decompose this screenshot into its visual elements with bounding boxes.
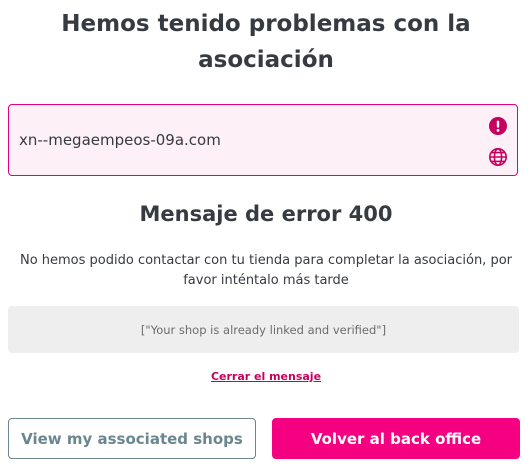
error-message-text: ["Your shop is already linked and verifi… <box>140 322 387 337</box>
globe-icon <box>489 148 507 166</box>
alert-circle-icon <box>489 117 507 135</box>
back-office-button[interactable]: Volver al back office <box>272 418 520 459</box>
domain-value: xn--megaempeos-09a.com <box>19 131 221 149</box>
error-title: Mensaje de error 400 <box>139 202 393 226</box>
view-associated-shops-button[interactable]: View my associated shops <box>8 418 256 459</box>
error-message-box: ["Your shop is already linked and verifi… <box>8 306 519 353</box>
error-description: No hemos podido contactar con tu tienda … <box>19 253 513 288</box>
page-title: Hemos tenido problemas con la asociación <box>61 11 471 73</box>
domain-field[interactable]: xn--megaempeos-09a.com <box>8 104 518 176</box>
close-message-link[interactable]: Cerrar el mensaje <box>0 370 532 383</box>
